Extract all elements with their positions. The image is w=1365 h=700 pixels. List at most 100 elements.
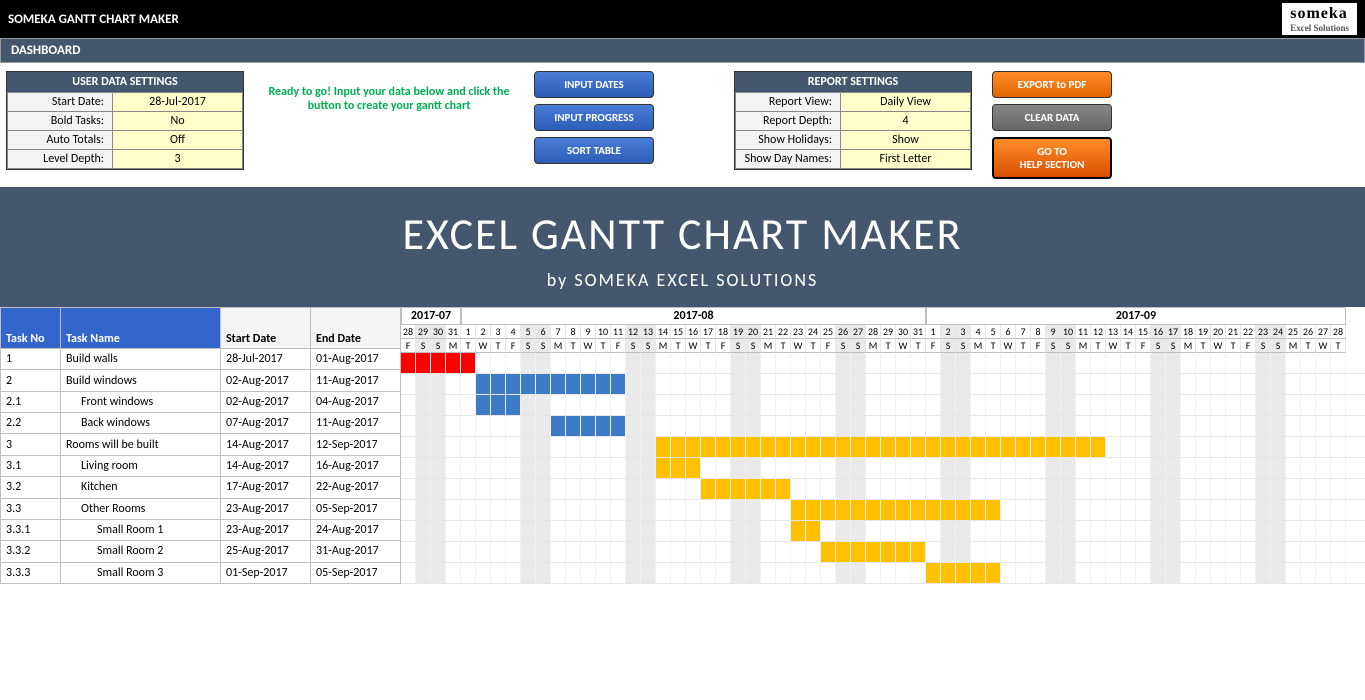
setting-value[interactable]: Show	[841, 131, 971, 150]
gantt-bar-segment	[506, 374, 521, 394]
task-end[interactable]: 12-Sep-2017	[311, 434, 401, 455]
day-name: T	[776, 339, 791, 353]
gantt-bar-segment	[716, 479, 731, 499]
setting-value[interactable]: Off	[113, 131, 243, 150]
setting-value[interactable]: 3	[113, 150, 243, 169]
table-row[interactable]: 3.3.2Small Room 225-Aug-201731-Aug-2017	[1, 541, 401, 562]
day-number: 31	[911, 325, 926, 339]
day-number: 25	[821, 325, 836, 339]
table-row[interactable]: 3.3.1Small Room 123-Aug-201724-Aug-2017	[1, 519, 401, 540]
task-start[interactable]: 02-Aug-2017	[221, 391, 311, 412]
task-name[interactable]: Build walls	[61, 349, 221, 370]
gantt-row	[401, 542, 1365, 563]
day-name: F	[1241, 339, 1256, 353]
table-row[interactable]: 2Build windows02-Aug-201711-Aug-2017	[1, 370, 401, 391]
day-number: 22	[776, 325, 791, 339]
table-row[interactable]: 2.2Back windows07-Aug-201711-Aug-2017	[1, 413, 401, 434]
task-name[interactable]: Kitchen	[61, 477, 221, 498]
day-number: 29	[416, 325, 431, 339]
col-start-date: Start Date	[221, 308, 311, 349]
task-no: 2.2	[1, 413, 61, 434]
task-start[interactable]: 23-Aug-2017	[221, 498, 311, 519]
gantt-row	[401, 437, 1365, 458]
input-dates-button[interactable]: INPUT DATES	[534, 71, 654, 98]
setting-value[interactable]: No	[113, 112, 243, 131]
task-name[interactable]: Front windows	[61, 391, 221, 412]
task-end[interactable]: 11-Aug-2017	[311, 370, 401, 391]
setting-value[interactable]: 4	[841, 112, 971, 131]
task-end[interactable]: 22-Aug-2017	[311, 477, 401, 498]
task-start[interactable]: 25-Aug-2017	[221, 541, 311, 562]
task-end[interactable]: 16-Aug-2017	[311, 455, 401, 476]
task-end[interactable]: 01-Aug-2017	[311, 349, 401, 370]
task-start[interactable]: 17-Aug-2017	[221, 477, 311, 498]
task-start[interactable]: 28-Jul-2017	[221, 349, 311, 370]
gantt-bar-segment	[866, 437, 881, 457]
task-name[interactable]: Other Rooms	[61, 498, 221, 519]
clear-data-button[interactable]: CLEAR DATA	[992, 104, 1112, 131]
task-name[interactable]: Rooms will be built	[61, 434, 221, 455]
report-settings-header: REPORT SETTINGS	[735, 72, 971, 92]
day-name: T	[461, 339, 476, 353]
table-row[interactable]: 3Rooms will be built14-Aug-201712-Sep-20…	[1, 434, 401, 455]
task-end[interactable]: 31-Aug-2017	[311, 541, 401, 562]
setting-value[interactable]: 28-Jul-2017	[113, 93, 243, 112]
export-pdf-button[interactable]: EXPORT to PDF	[992, 71, 1112, 98]
task-end[interactable]: 11-Aug-2017	[311, 413, 401, 434]
task-name[interactable]: Living room	[61, 455, 221, 476]
day-number: 16	[686, 325, 701, 339]
task-table: Task No Task Name Start Date End Date 1B…	[0, 307, 401, 584]
day-name: T	[701, 339, 716, 353]
task-start[interactable]: 02-Aug-2017	[221, 370, 311, 391]
task-end[interactable]: 04-Aug-2017	[311, 391, 401, 412]
gantt-bar-segment	[581, 416, 596, 436]
task-start[interactable]: 01-Sep-2017	[221, 562, 311, 583]
day-name: M	[761, 339, 776, 353]
gantt-bar-segment	[686, 437, 701, 457]
table-row[interactable]: 3.2Kitchen17-Aug-201722-Aug-2017	[1, 477, 401, 498]
day-name: W	[581, 339, 596, 353]
table-row[interactable]: 2.1Front windows02-Aug-201704-Aug-2017	[1, 391, 401, 412]
day-name: S	[626, 339, 641, 353]
help-section-button[interactable]: GO TO HELP SECTION	[992, 137, 1112, 179]
table-row[interactable]: 3.1Living room14-Aug-201716-Aug-2017	[1, 455, 401, 476]
task-start[interactable]: 14-Aug-2017	[221, 455, 311, 476]
gantt-bar-segment	[821, 437, 836, 457]
day-name: S	[1166, 339, 1181, 353]
day-name: S	[416, 339, 431, 353]
task-name[interactable]: Small Room 2	[61, 541, 221, 562]
sort-table-button[interactable]: SORT TABLE	[534, 137, 654, 164]
day-number: 4	[506, 325, 521, 339]
gantt-bar-segment	[941, 563, 956, 583]
table-row[interactable]: 1Build walls28-Jul-201701-Aug-2017	[1, 349, 401, 370]
setting-value[interactable]: First Letter	[841, 150, 971, 169]
gantt-bar-segment	[956, 437, 971, 457]
gantt-bar-segment	[851, 500, 866, 520]
day-name: T	[806, 339, 821, 353]
day-number: 4	[971, 325, 986, 339]
day-number: 8	[566, 325, 581, 339]
table-row[interactable]: 3.3Other Rooms23-Aug-201705-Sep-2017	[1, 498, 401, 519]
table-row[interactable]: 3.3.3Small Room 301-Sep-201705-Sep-2017	[1, 562, 401, 583]
day-number: 14	[656, 325, 671, 339]
col-end-date: End Date	[311, 308, 401, 349]
task-start[interactable]: 14-Aug-2017	[221, 434, 311, 455]
task-end[interactable]: 24-Aug-2017	[311, 519, 401, 540]
setting-value[interactable]: Daily View	[841, 93, 971, 112]
gantt-bar-segment	[536, 374, 551, 394]
task-end[interactable]: 05-Sep-2017	[311, 498, 401, 519]
day-number: 29	[881, 325, 896, 339]
input-progress-button[interactable]: INPUT PROGRESS	[534, 104, 654, 131]
task-name[interactable]: Build windows	[61, 370, 221, 391]
task-name[interactable]: Small Room 1	[61, 519, 221, 540]
gantt-bar-segment	[776, 437, 791, 457]
task-start[interactable]: 07-Aug-2017	[221, 413, 311, 434]
task-start[interactable]: 23-Aug-2017	[221, 519, 311, 540]
task-end[interactable]: 05-Sep-2017	[311, 562, 401, 583]
task-name[interactable]: Small Room 3	[61, 562, 221, 583]
gantt-bar-segment	[731, 479, 746, 499]
task-name[interactable]: Back windows	[61, 413, 221, 434]
day-number: 22	[1241, 325, 1256, 339]
gantt-bar-segment	[656, 458, 671, 478]
gantt-bar-segment	[476, 395, 491, 415]
